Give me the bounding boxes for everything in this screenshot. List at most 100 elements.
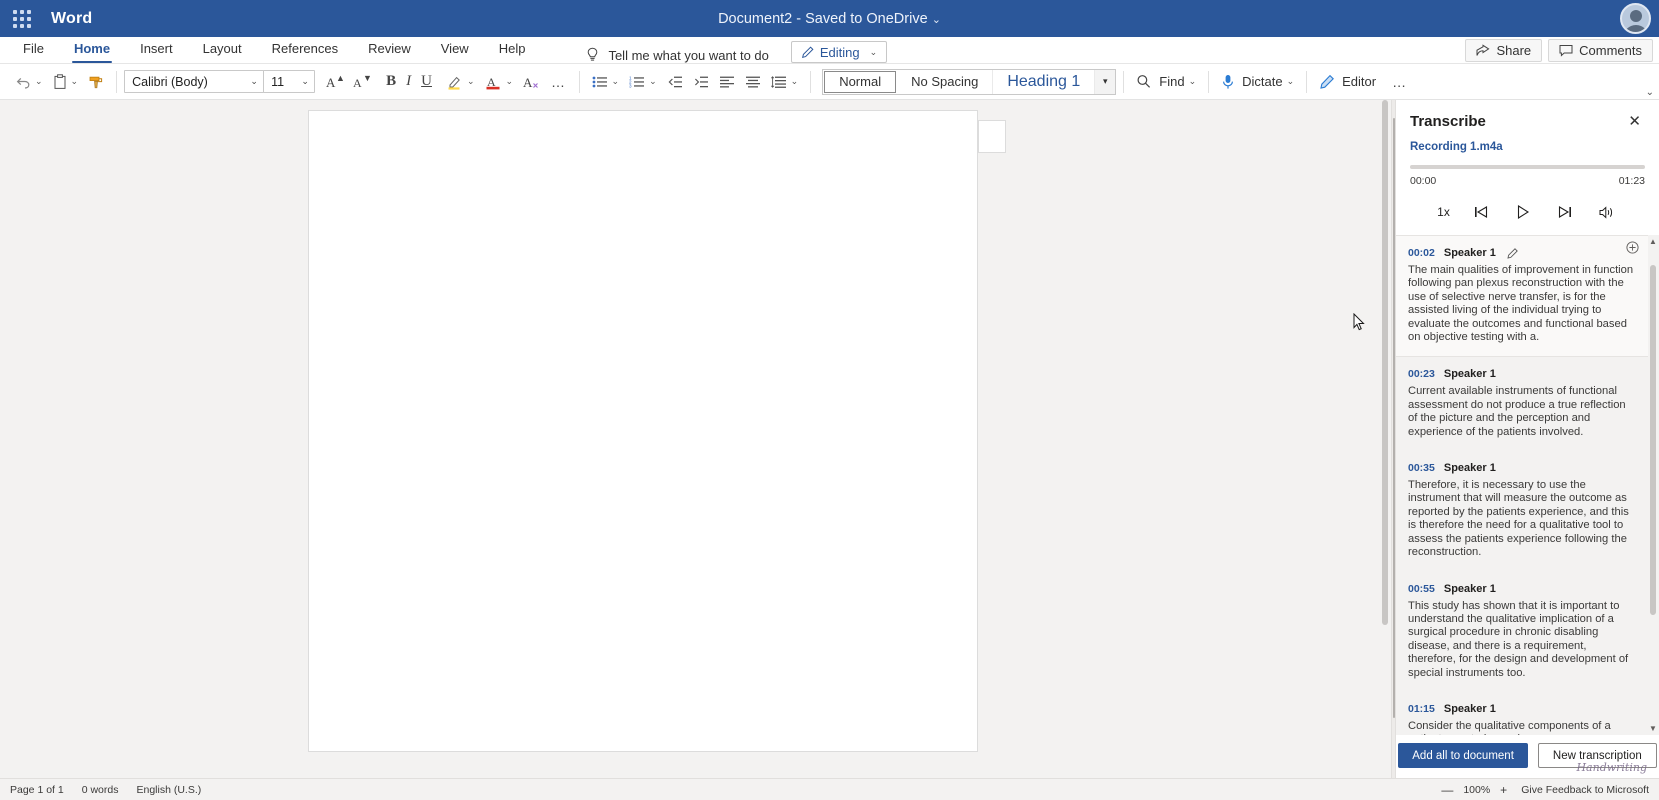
title-separator: -	[796, 10, 802, 27]
plus-icon[interactable]: +	[1500, 783, 1507, 797]
save-state[interactable]: Saved to OneDrive	[805, 11, 928, 27]
user-avatar[interactable]	[1620, 3, 1651, 34]
font-name-combo[interactable]: Calibri (Body) ⌄	[124, 70, 265, 93]
toolbar-overflow-button[interactable]: …	[1387, 68, 1413, 96]
document-scroll-thumb[interactable]	[1382, 100, 1388, 625]
underline-button[interactable]: U	[416, 68, 437, 96]
share-button[interactable]: Share	[1465, 39, 1543, 62]
bold-button[interactable]: B	[381, 68, 401, 96]
tab-layout[interactable]: Layout	[188, 36, 257, 63]
transcript-timestamp[interactable]: 00:55	[1408, 583, 1435, 595]
align-justify-button[interactable]	[740, 68, 766, 96]
tab-view[interactable]: View	[426, 36, 484, 63]
chevron-down-icon[interactable]: ⌄	[612, 76, 620, 87]
italic-button[interactable]: I	[401, 68, 416, 96]
shrink-font-button[interactable]: A ▼	[348, 68, 375, 96]
add-circle-icon[interactable]	[1626, 241, 1639, 254]
chevron-down-icon[interactable]: ⌄	[506, 76, 514, 87]
dictate-button[interactable]: Dictate ⌄	[1216, 68, 1299, 96]
grow-font-button[interactable]: A ▲	[321, 68, 348, 96]
tab-review[interactable]: Review	[353, 36, 426, 63]
transcript-entry[interactable]: 01:15 Speaker 1 Consider the qualitative…	[1396, 692, 1649, 735]
line-spacing-button[interactable]: ⌄	[766, 68, 804, 96]
font-size-combo[interactable]: 11 ⌄	[263, 70, 316, 93]
more-font-options-button[interactable]: …	[546, 68, 572, 96]
tab-insert[interactable]: Insert	[125, 36, 188, 63]
font-color-button[interactable]: A ⌄	[480, 68, 519, 96]
playback-speed-button[interactable]: 1x	[1437, 205, 1450, 219]
skip-back-icon[interactable]	[1470, 201, 1492, 223]
give-feedback-link[interactable]: Give Feedback to Microsoft	[1521, 784, 1649, 796]
numbered-list-icon: 123	[629, 75, 645, 89]
document-page[interactable]	[308, 110, 978, 752]
transcript-timestamp[interactable]: 00:23	[1408, 368, 1435, 380]
add-all-to-document-button[interactable]: Add all to document	[1398, 743, 1528, 768]
edit-speaker-pencil-icon[interactable]	[1507, 247, 1518, 259]
chevron-down-icon[interactable]: ⌄	[467, 76, 475, 87]
editor-button[interactable]: Editor	[1314, 68, 1381, 96]
audio-progress-slider[interactable]	[1410, 165, 1645, 169]
chevron-down-icon[interactable]: ⌄	[1189, 76, 1197, 87]
chevron-down-icon[interactable]: ⌄	[245, 76, 263, 87]
skip-forward-icon[interactable]	[1554, 201, 1576, 223]
transcript-timestamp[interactable]: 00:35	[1408, 462, 1435, 474]
chevron-down-icon[interactable]: ⌄	[791, 76, 799, 87]
tab-references[interactable]: References	[257, 36, 353, 63]
chevron-down-icon[interactable]: ⌄	[649, 76, 657, 87]
transcript-scroll-thumb[interactable]	[1650, 265, 1656, 615]
document-canvas[interactable]	[0, 100, 1391, 778]
tell-me-search[interactable]: Tell me what you want to do	[586, 47, 769, 63]
transcript-entry[interactable]: 00:55 Speaker 1 This study has shown tha…	[1396, 572, 1649, 692]
document-name[interactable]: Document2	[718, 11, 792, 27]
status-language[interactable]: English (U.S.)	[136, 784, 201, 796]
app-launcher-icon[interactable]	[7, 4, 37, 34]
transcript-scrollbar[interactable]: ▲ ▼	[1648, 235, 1658, 735]
style-heading-1[interactable]: Heading 1	[993, 69, 1096, 94]
document-scrollbar[interactable]	[1379, 100, 1391, 778]
transcript-timestamp[interactable]: 00:02	[1408, 247, 1435, 259]
numbering-button[interactable]: 123 ⌄	[624, 68, 662, 96]
style-no-spacing[interactable]: No Spacing	[897, 69, 994, 94]
status-word-count[interactable]: 0 words	[82, 784, 119, 796]
tab-home[interactable]: Home	[59, 36, 125, 63]
zoom-level[interactable]: 100%	[1463, 784, 1490, 796]
tab-file[interactable]: File	[8, 36, 59, 63]
toolbar-divider	[116, 70, 118, 93]
clear-formatting-button[interactable]: A	[518, 68, 546, 96]
bullets-button[interactable]: ⌄	[587, 68, 625, 96]
close-icon[interactable]: ✕	[1624, 112, 1645, 131]
find-button[interactable]: Find ⌄	[1131, 68, 1201, 96]
increase-indent-button[interactable]	[688, 68, 714, 96]
status-page-count[interactable]: Page 1 of 1	[10, 784, 64, 796]
app-name: Word	[51, 9, 93, 27]
editing-mode-button[interactable]: Editing ⌄	[790, 41, 888, 63]
chevron-down-icon[interactable]: ⌄	[296, 76, 314, 87]
transcript-list[interactable]: 00:02 Speaker 1 The main qualities of im…	[1396, 235, 1659, 735]
collapse-ribbon-button[interactable]: ⌄	[1646, 87, 1654, 98]
align-left-icon	[719, 75, 735, 89]
chevron-down-icon[interactable]: ⌄	[932, 14, 941, 26]
play-icon[interactable]	[1512, 201, 1534, 223]
tab-help[interactable]: Help	[484, 36, 541, 63]
minus-icon[interactable]: —	[1441, 783, 1453, 797]
highlight-button[interactable]: ⌄	[441, 68, 480, 96]
transcript-entry[interactable]: 00:23 Speaker 1 Current available instru…	[1396, 357, 1649, 451]
undo-button[interactable]: ⌄	[10, 68, 48, 96]
svg-text:A: A	[523, 75, 533, 90]
styles-more-button[interactable]: ▾	[1095, 69, 1116, 94]
transcript-entry[interactable]: 00:02 Speaker 1 The main qualities of im…	[1396, 235, 1649, 358]
transcript-entry[interactable]: 00:35 Speaker 1 Therefore, it is necessa…	[1396, 451, 1649, 571]
scroll-up-arrow-icon[interactable]: ▲	[1649, 237, 1657, 246]
transcript-text: Consider the qualitative components of a…	[1408, 719, 1611, 735]
style-normal[interactable]: Normal	[824, 70, 897, 93]
format-painter-button[interactable]	[83, 68, 109, 96]
align-left-button[interactable]	[714, 68, 740, 96]
paste-button[interactable]: ⌄	[48, 68, 84, 96]
comments-button[interactable]: Comments	[1548, 39, 1653, 62]
decrease-indent-button[interactable]	[662, 68, 688, 96]
scroll-down-arrow-icon[interactable]: ▼	[1649, 724, 1657, 733]
transcript-timestamp[interactable]: 01:15	[1408, 703, 1435, 715]
chevron-down-icon[interactable]: ⌄	[1287, 76, 1295, 87]
volume-icon[interactable]	[1596, 201, 1618, 223]
recording-file-name[interactable]: Recording 1.m4a	[1396, 131, 1659, 153]
